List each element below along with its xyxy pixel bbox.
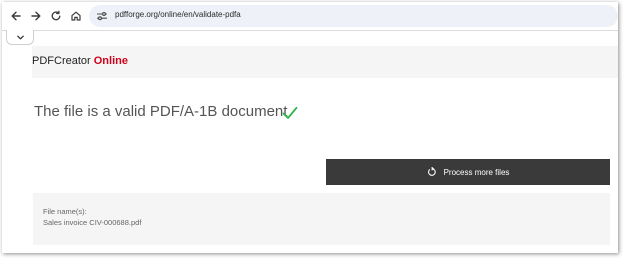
process-more-files-label: Process more files <box>443 167 510 177</box>
browser-toolbar: pdfforge.org/online/en/validate-pdfa <box>2 2 618 30</box>
back-button[interactable] <box>7 7 25 25</box>
process-more-files-button[interactable]: Process more files <box>326 159 610 185</box>
browser-window: pdfforge.org/online/en/validate-pdfa PDF… <box>2 2 618 253</box>
site-header: PDFCreator Online <box>32 46 618 78</box>
checkmark-icon <box>282 106 298 119</box>
url-text[interactable]: pdfforge.org/online/en/validate-pdfa <box>115 10 241 19</box>
reload-button[interactable] <box>47 7 65 25</box>
brand-name: PDFCreator <box>32 55 91 67</box>
forward-button[interactable] <box>27 7 45 25</box>
file-name-value: Sales invoice CIV-000688.pdf <box>43 218 142 227</box>
address-bar[interactable]: pdfforge.org/online/en/validate-pdfa <box>89 5 618 27</box>
refresh-icon <box>427 167 436 176</box>
arrow-left-icon <box>11 11 21 21</box>
reload-icon <box>51 10 61 21</box>
arrow-right-icon <box>31 11 41 21</box>
validation-result-message: The file is a valid PDF/A-1B document <box>34 103 288 120</box>
tab-strip-toggle[interactable] <box>6 30 34 45</box>
brand-suffix: Online <box>93 55 128 67</box>
brand-logo[interactable]: PDFCreator Online <box>32 55 128 67</box>
file-names-label: File name(s): <box>43 207 87 216</box>
home-icon <box>71 11 81 21</box>
file-info-panel: File name(s): Sales invoice CIV-000688.p… <box>33 193 610 245</box>
chevron-down-icon <box>16 35 24 39</box>
tab-strip-divider <box>2 30 618 31</box>
home-button[interactable] <box>67 7 85 25</box>
tune-icon[interactable] <box>96 10 108 22</box>
